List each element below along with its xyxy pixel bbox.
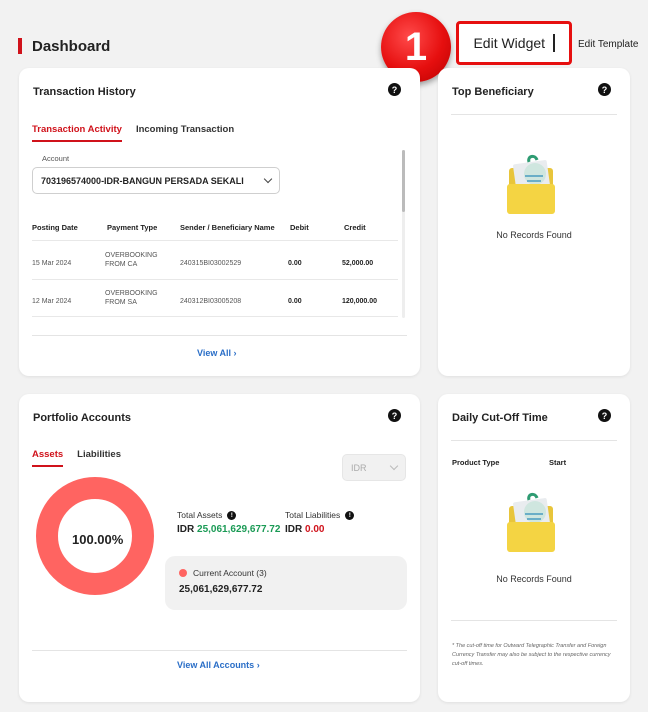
scrollbar-thumb[interactable] — [402, 150, 405, 212]
total-liabilities-value: IDR 0.00 — [285, 524, 325, 535]
empty-folder-icon — [507, 154, 555, 214]
info-icon[interactable]: ! — [345, 510, 355, 520]
cell-type: OVERBOOKING — [105, 290, 158, 297]
column-header-posting-date: Posting Date — [32, 223, 78, 232]
card-divider — [451, 114, 617, 115]
info-icon[interactable]: ! — [227, 510, 237, 520]
cell-date: 15 Mar 2024 — [32, 260, 72, 267]
table-divider — [32, 240, 398, 241]
cell-type-2: FROM CA — [105, 261, 138, 268]
total-assets-value: IDR 25,061,629,677.72 — [177, 524, 281, 535]
account-label: Account — [42, 154, 70, 163]
edit-template-button[interactable]: Edit Template — [578, 39, 638, 50]
tab-bar: Assets Liabilities — [32, 449, 121, 467]
empty-state-text: No Records Found — [496, 574, 572, 584]
cell-name: 240312BI03005208 — [180, 298, 242, 305]
empty-state-text: No Records Found — [496, 230, 572, 240]
tab-bar: Transaction Activity Incoming Transactio… — [32, 124, 234, 142]
tab-liabilities[interactable]: Liabilities — [77, 449, 121, 467]
column-header-credit: Credit — [344, 223, 366, 232]
account-summary-box[interactable]: Current Account (3) 25,061,629,677.72 — [165, 556, 407, 610]
currency-select-value: IDR — [351, 462, 367, 473]
page-header: Dashboard — [18, 34, 110, 58]
tab-incoming-transaction[interactable]: Incoming Transaction — [136, 124, 234, 142]
card-title: Transaction History — [33, 86, 136, 98]
total-assets-label: Total Assets ! — [177, 510, 237, 520]
card-footer-divider — [32, 335, 407, 336]
cell-debit: 0.00 — [288, 298, 302, 305]
cell-type: OVERBOOKING — [105, 252, 158, 259]
table-divider — [32, 316, 398, 317]
empty-folder-icon — [507, 492, 555, 552]
card-divider — [451, 440, 617, 441]
portfolio-accounts-card: Portfolio Accounts ? Assets Liabilities … — [19, 394, 420, 702]
daily-cutoff-card: Daily Cut-Off Time ? Product Type Start … — [438, 394, 630, 702]
cell-date: 12 Mar 2024 — [32, 298, 72, 305]
column-header-debit: Debit — [290, 223, 309, 232]
account-balance: 25,061,629,677.72 — [179, 584, 263, 595]
top-beneficiary-card: Top Beneficiary ? No Records Found — [438, 68, 630, 376]
edit-widget-label: Edit Widget — [473, 35, 546, 51]
page-title: Dashboard — [32, 37, 111, 55]
column-header-start: Start — [549, 458, 567, 467]
view-all-accounts-link[interactable]: View All Accounts › — [177, 660, 260, 670]
edit-widget-button[interactable]: Edit Widget — [456, 21, 572, 65]
table-divider — [32, 279, 398, 280]
view-all-link[interactable]: View All › — [197, 348, 237, 358]
chevron-down-icon — [389, 461, 399, 471]
text-cursor-icon — [553, 34, 555, 52]
card-footer-divider — [32, 650, 407, 651]
help-icon[interactable]: ? — [388, 409, 401, 422]
legend-dot — [179, 569, 187, 577]
transaction-history-card: Transaction History ? Transaction Activi… — [19, 68, 420, 376]
help-icon[interactable]: ? — [388, 83, 401, 96]
card-title: Top Beneficiary — [452, 86, 534, 98]
column-header-name: Sender / Beneficiary Name — [180, 223, 275, 232]
card-title: Portfolio Accounts — [33, 412, 131, 424]
help-icon[interactable]: ? — [598, 83, 611, 96]
account-select[interactable]: 703196574000-IDR-BANGUN PERSADA SEKALI — [32, 167, 280, 194]
column-header-product-type: Product Type — [452, 458, 500, 467]
total-liabilities-label: Total Liabilities ! — [285, 510, 355, 520]
cell-credit: 120,000.00 — [342, 298, 378, 305]
cell-debit: 0.00 — [288, 260, 302, 267]
currency-select[interactable]: IDR — [342, 454, 406, 481]
title-accent-bar — [18, 38, 22, 54]
account-select-value: 703196574000-IDR-BANGUN PERSADA SEKALI — [41, 175, 244, 186]
cell-credit: 52,000.00 — [342, 260, 374, 267]
donut-percentage: 100.00% — [72, 532, 124, 547]
account-type-label: Current Account (3) — [179, 568, 267, 578]
help-icon[interactable]: ? — [598, 409, 611, 422]
tab-assets[interactable]: Assets — [32, 449, 64, 467]
cell-type-2: FROM SA — [105, 299, 137, 306]
card-title: Daily Cut-Off Time — [452, 412, 548, 424]
card-footer-divider — [451, 620, 617, 621]
cell-name: 240315BI03002529 — [180, 260, 242, 267]
chevron-down-icon — [263, 174, 273, 184]
column-header-payment-type: Payment Type — [107, 223, 158, 232]
cutoff-footnote: * The cut-off time for Outward Telegraph… — [452, 643, 611, 667]
tab-transaction-activity[interactable]: Transaction Activity — [32, 124, 122, 142]
